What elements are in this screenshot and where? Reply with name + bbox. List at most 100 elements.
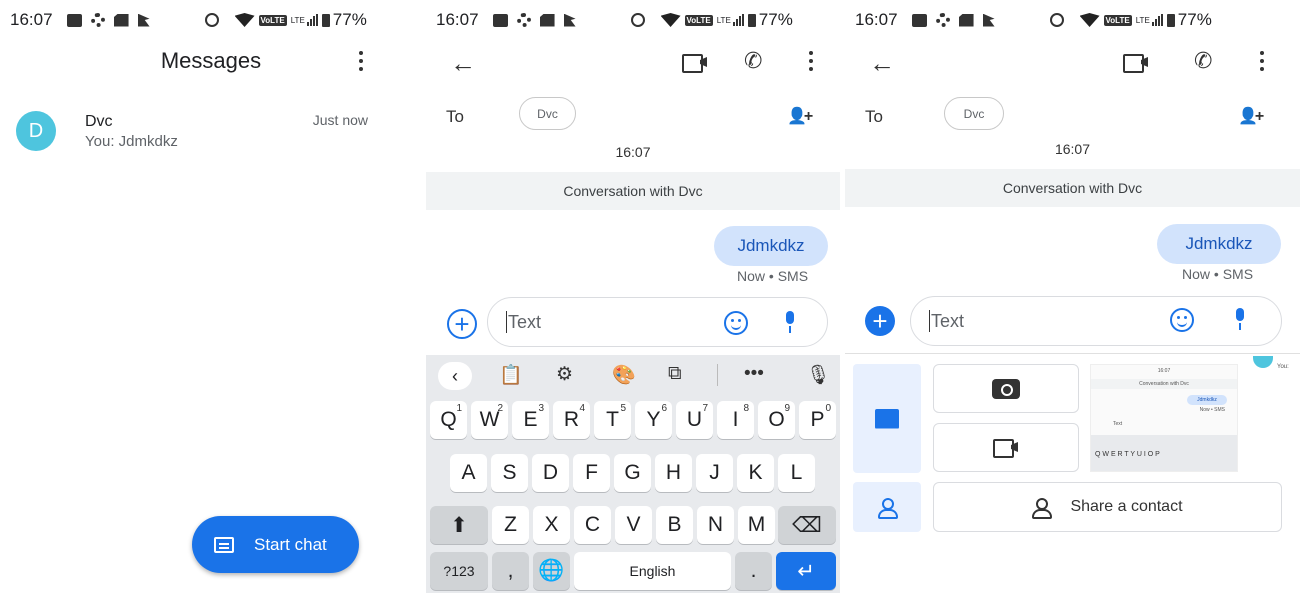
key-j[interactable]: J	[696, 454, 733, 492]
media-thumbnail[interactable]: 16:07 Conversation with Dvc Jdmkdkz Now …	[1090, 364, 1238, 472]
emoji-icon[interactable]	[1170, 308, 1194, 332]
keyboard-settings-icon[interactable]: ⚙	[556, 363, 573, 386]
key-v[interactable]: V	[615, 506, 652, 544]
compose-placeholder: Text	[508, 311, 542, 332]
battery-level: 77%	[758, 10, 793, 29]
key-z[interactable]: Z	[492, 506, 529, 544]
one-hand-mode-icon[interactable]: ⧉	[668, 363, 682, 385]
key-n-label: N	[707, 513, 724, 536]
key-o[interactable]: O9	[758, 401, 795, 439]
key-v-label: V	[626, 513, 641, 536]
shift-key[interactable]: ⬆	[430, 506, 488, 544]
thumb-you-label: You:	[1277, 364, 1289, 370]
keyboard-collapse-icon[interactable]: ‹	[438, 362, 472, 390]
backspace-key[interactable]: ⌫	[778, 506, 836, 544]
theme-palette-icon[interactable]: 🎨	[612, 363, 636, 387]
key-n[interactable]: N	[697, 506, 734, 544]
more-options-icon[interactable]: •••	[744, 363, 764, 385]
camera-button[interactable]	[933, 364, 1079, 413]
more-vert-icon[interactable]	[799, 48, 823, 74]
key-w[interactable]: W2	[471, 401, 508, 439]
symbols-key-label: ?123	[443, 563, 475, 579]
video-call-icon[interactable]	[682, 54, 708, 73]
language-icon[interactable]: 🌐	[533, 552, 570, 590]
key-e[interactable]: E3	[512, 401, 549, 439]
key-p-label: P	[810, 408, 825, 431]
back-arrow-icon[interactable]: ←	[450, 48, 476, 79]
play-store-icon	[137, 13, 150, 27]
gallery-tab[interactable]	[853, 364, 921, 473]
key-f[interactable]: F	[573, 454, 610, 492]
emoji-icon[interactable]	[724, 311, 748, 335]
key-b[interactable]: B	[656, 506, 693, 544]
clipboard-icon[interactable]: 📋	[499, 363, 523, 387]
share-contact-button[interactable]: Share a contact	[933, 482, 1282, 532]
thumb-meta: Now • SMS	[1199, 407, 1225, 413]
enter-key[interactable]: ↵	[776, 552, 836, 590]
key-i[interactable]: I8	[717, 401, 754, 439]
key-q-label: Q	[440, 408, 457, 431]
more-vert-icon[interactable]	[1250, 48, 1274, 74]
key-t[interactable]: T5	[594, 401, 631, 439]
key-x[interactable]: X	[533, 506, 570, 544]
video-capture-button[interactable]	[933, 423, 1079, 472]
add-people-icon[interactable]: 👤+	[787, 106, 813, 126]
key-hint: 2	[497, 403, 503, 414]
key-a[interactable]: A	[450, 454, 487, 492]
alarm-icon	[630, 13, 645, 27]
recipient-chip[interactable]: Dvc	[944, 97, 1004, 130]
key-s[interactable]: S	[491, 454, 528, 492]
status-bar: 16:07 VoLTE LTE 77%	[845, 0, 1300, 40]
phone-icon[interactable]: ✆	[744, 48, 762, 74]
key-b-label: B	[667, 513, 682, 536]
key-u[interactable]: U7	[676, 401, 713, 439]
comma-key[interactable]: ,	[492, 552, 529, 590]
symbols-key[interactable]: ?123	[430, 552, 488, 590]
back-arrow-icon[interactable]: ←	[869, 48, 895, 79]
message-bubble[interactable]: Jdmkdkz	[714, 226, 828, 266]
key-y[interactable]: Y6	[635, 401, 672, 439]
message-bubble[interactable]: Jdmkdkz	[1157, 224, 1281, 264]
alarm-icon	[1049, 13, 1064, 27]
more-vert-icon[interactable]	[349, 48, 373, 74]
key-k[interactable]: K	[737, 454, 774, 492]
compose-field[interactable]: Text	[910, 296, 1282, 346]
video-call-icon[interactable]	[1123, 54, 1149, 73]
comma-key-label: ,	[507, 559, 514, 582]
key-l[interactable]: L	[778, 454, 815, 492]
key-hint: 3	[538, 403, 544, 414]
thumb-compose: Text	[1113, 421, 1123, 427]
conversation-list-screen: 16:07 VoLTE LTE 77% Messages D Dvc You: …	[0, 0, 422, 593]
voice-input-icon[interactable]: 🎙	[806, 363, 830, 387]
compose-field[interactable]: Text	[487, 297, 828, 347]
key-d-label: D	[542, 461, 559, 484]
key-hint: 0	[825, 403, 831, 414]
space-key[interactable]: English	[574, 552, 731, 590]
conversation-banner: Conversation with Dvc	[426, 172, 840, 210]
key-m[interactable]: M	[738, 506, 775, 544]
sd-card-icon	[113, 13, 129, 27]
add-attachment-button[interactable]: +	[865, 306, 895, 336]
recipient-chip[interactable]: Dvc	[519, 97, 576, 130]
key-g[interactable]: G	[614, 454, 651, 492]
mic-icon[interactable]	[783, 311, 797, 333]
key-p[interactable]: P0	[799, 401, 836, 439]
key-r[interactable]: R4	[553, 401, 590, 439]
start-chat-button[interactable]: Start chat	[192, 516, 359, 573]
gallery-notification-icon	[492, 13, 508, 27]
sd-card-icon	[539, 13, 555, 27]
key-h[interactable]: H	[655, 454, 692, 492]
key-d[interactable]: D	[532, 454, 569, 492]
key-q[interactable]: Q1	[430, 401, 467, 439]
key-z-label: Z	[504, 513, 517, 536]
contact-tab[interactable]	[853, 482, 921, 532]
period-key[interactable]: .	[735, 552, 772, 590]
mic-icon[interactable]	[1233, 308, 1247, 330]
add-attachment-button[interactable]: +	[447, 309, 477, 339]
add-people-icon[interactable]: 👤+	[1238, 106, 1264, 126]
key-c[interactable]: C	[574, 506, 611, 544]
thread-attach-screen: 16:07 VoLTE LTE 77% ← ✆ To Dvc 👤+ 16:07 …	[845, 0, 1300, 593]
conversation-list-item[interactable]: D Dvc You: Jdmkdkz Just now	[0, 106, 422, 166]
key-g-label: G	[624, 461, 641, 484]
phone-icon[interactable]: ✆	[1194, 48, 1212, 74]
